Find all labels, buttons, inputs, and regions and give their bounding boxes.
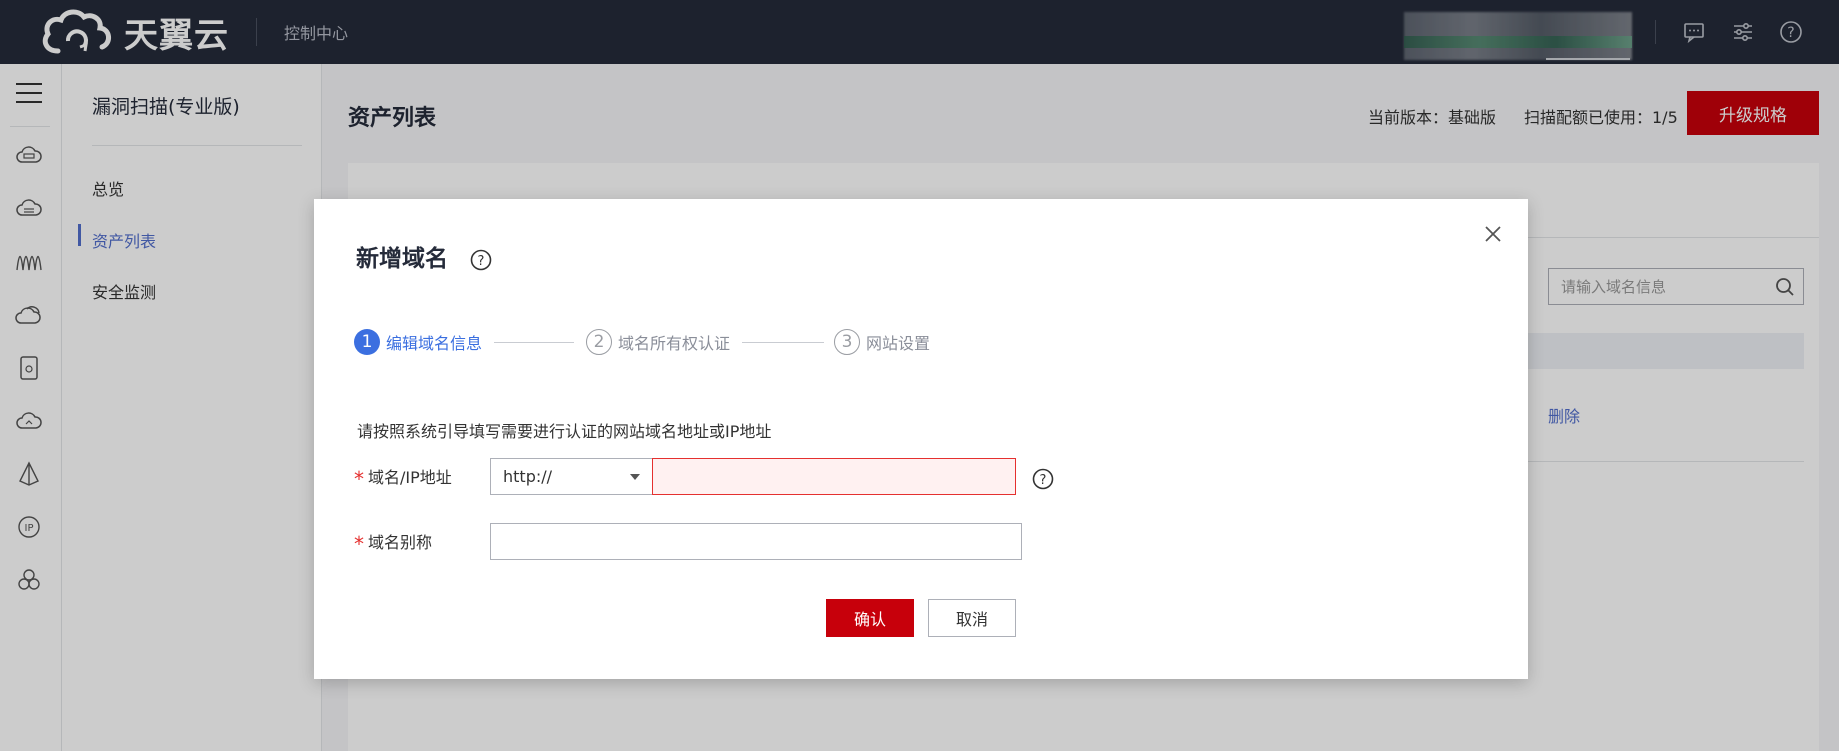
step-2-number: 2: [586, 329, 612, 355]
protocol-select[interactable]: http://: [490, 458, 653, 495]
required-asterisk: *: [354, 532, 364, 556]
domain-label-text: 域名/IP地址: [368, 468, 452, 487]
alias-field-label: * 域名别称: [354, 529, 433, 556]
step-connector-1: [494, 342, 574, 343]
step-connector-2: [742, 342, 824, 343]
help-icon[interactable]: ?: [470, 249, 492, 271]
step-3: 3 网站设置: [834, 329, 930, 355]
alias-input[interactable]: [490, 523, 1022, 560]
cancel-button[interactable]: 取消: [928, 599, 1016, 637]
domain-help-icon[interactable]: ?: [1032, 468, 1054, 490]
close-icon[interactable]: [1482, 223, 1504, 245]
step-3-number: 3: [834, 329, 860, 355]
required-asterisk: *: [354, 467, 364, 491]
svg-text:?: ?: [478, 254, 485, 269]
step-2: 2 域名所有权认证: [586, 329, 730, 355]
step-1-number: 1: [354, 329, 380, 355]
step-1: 1 编辑域名信息: [354, 329, 482, 355]
domain-input[interactable]: [652, 458, 1016, 495]
step-3-label: 网站设置: [866, 334, 931, 353]
dialog-intro-text: 请按照系统引导填写需要进行认证的网站域名地址或IP地址: [357, 422, 772, 441]
step-1-label: 编辑域名信息: [386, 334, 483, 353]
add-domain-dialog: 新增域名 ? 1 编辑域名信息 2 域名所有权认证 3 网站设置 请按照系统引导…: [314, 199, 1528, 679]
svg-text:?: ?: [1040, 473, 1047, 488]
step-2-label: 域名所有权认证: [618, 334, 731, 353]
confirm-button[interactable]: 确认: [826, 599, 914, 637]
protocol-select-value: http://: [503, 467, 553, 486]
dialog-title: 新增域名: [356, 246, 448, 272]
domain-field-label: * 域名/IP地址: [354, 464, 452, 491]
chevron-down-icon: [630, 474, 640, 480]
alias-label-text: 域名别称: [368, 533, 433, 552]
